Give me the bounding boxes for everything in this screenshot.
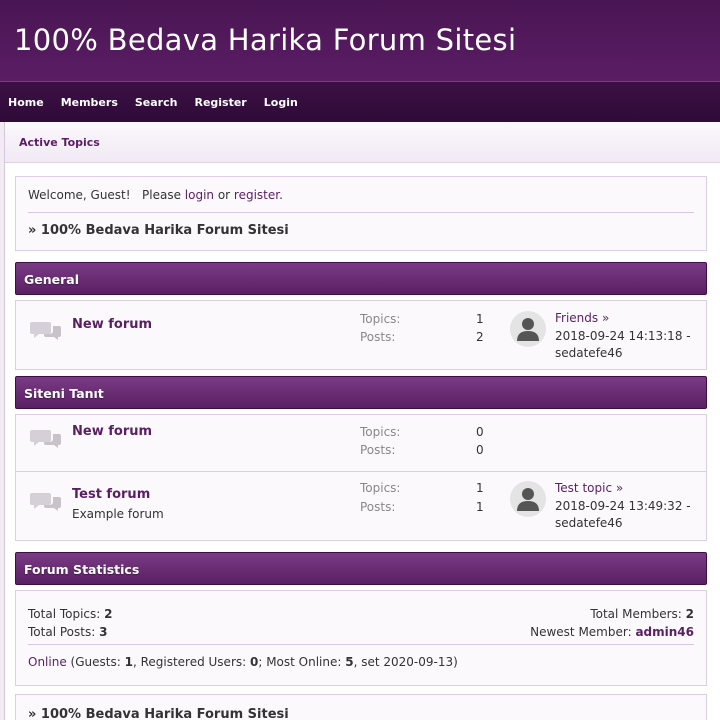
posts-count: 0: [476, 443, 484, 457]
forum-link-new-forum[interactable]: New forum: [72, 424, 152, 439]
online-status: Online (Guests: 1, Registered Users: 0; …: [28, 655, 458, 669]
user-avatar[interactable]: [510, 311, 546, 347]
forum-link-new-forum[interactable]: New forum: [72, 317, 152, 332]
topics-count: 1: [476, 312, 484, 326]
login-link[interactable]: login: [185, 188, 214, 202]
most-online-count: 5: [345, 655, 354, 669]
total-posts-label: Total Posts:: [28, 625, 100, 639]
nav-register[interactable]: Register: [194, 96, 246, 109]
topics-label: Topics:: [360, 425, 401, 439]
nav-home[interactable]: Home: [8, 96, 44, 109]
topics-label: Topics:: [360, 481, 401, 495]
online-text: , Registered Users:: [132, 655, 250, 669]
welcome-text: Welcome, Guest! Please: [28, 188, 185, 202]
online-text: , set 2020-09-13): [353, 655, 458, 669]
total-topics-value: 2: [104, 607, 113, 621]
total-posts: Total Posts: 3: [28, 623, 113, 641]
active-topics-link[interactable]: Active Topics: [19, 136, 100, 149]
posts-label: Posts:: [360, 443, 396, 457]
category-general-forums: New forum Topics: 1 Posts: 2 Friends » 2…: [15, 300, 707, 370]
topics-label: Topics:: [360, 312, 401, 326]
stats-members: Total Members: 2 Newest Member: admin46: [530, 605, 694, 641]
nav-search[interactable]: Search: [135, 96, 178, 109]
total-posts-value: 3: [99, 625, 108, 639]
forum-statistics-header: Forum Statistics: [15, 552, 707, 585]
online-text: (Guests:: [66, 655, 125, 669]
total-members-value: 2: [685, 607, 694, 621]
stats-totals: Total Topics: 2 Total Posts: 3: [28, 605, 113, 641]
breadcrumb[interactable]: » 100% Bedava Harika Forum Sitesi: [28, 223, 694, 238]
category-header-general[interactable]: General: [15, 262, 707, 295]
nav-login[interactable]: Login: [264, 96, 298, 109]
online-text: ; Most Online:: [258, 655, 346, 669]
user-avatar[interactable]: [510, 481, 546, 517]
category-siteni-tanit-forums: New forum Topics: 0 Posts: 0 Test forum …: [15, 414, 707, 541]
total-topics-label: Total Topics:: [28, 607, 105, 621]
forum-description: Example forum: [72, 507, 164, 521]
category-header-siteni-tanit[interactable]: Siteni Tanıt: [15, 376, 707, 409]
divider: [16, 471, 706, 472]
footer-breadcrumb[interactable]: » 100% Bedava Harika Forum Sitesi: [28, 707, 694, 720]
last-post-link[interactable]: Test topic »: [555, 481, 623, 495]
welcome-suffix: .: [279, 188, 283, 202]
last-post-link[interactable]: Friends »: [555, 311, 609, 325]
divider: [28, 644, 694, 645]
last-post-meta: 2018-09-24 14:13:18 - sedatefe46: [555, 328, 705, 362]
active-topics-bar: Active Topics: [5, 122, 720, 163]
site-header: 100% Bedava Harika Forum Sitesi: [0, 0, 720, 82]
forum-row: New forum Topics: 1 Posts: 2 Friends » 2…: [16, 301, 706, 369]
forum-row: New forum Topics: 0 Posts: 0 Test forum …: [16, 415, 706, 540]
forum-statistics-box: Total Topics: 2 Total Posts: 3 Total Mem…: [15, 590, 707, 686]
speech-bubbles-icon: [30, 430, 61, 448]
last-post-date: 2018-09-24 14:13:18 -: [555, 329, 691, 343]
topics-count: 1: [476, 481, 484, 495]
site-title[interactable]: 100% Bedava Harika Forum Sitesi: [14, 20, 720, 60]
total-members: Total Members: 2: [530, 605, 694, 623]
online-link[interactable]: Online: [28, 655, 67, 669]
speech-bubbles-icon: [30, 322, 61, 340]
main-content: Active Topics Welcome, Guest! Please log…: [4, 122, 720, 720]
footer-breadcrumb-box: » 100% Bedava Harika Forum Sitesi: [15, 694, 707, 720]
default-user-avatar-icon: [517, 318, 539, 341]
forum-link-test-forum[interactable]: Test forum: [72, 487, 150, 502]
newest-member-label: Newest Member:: [530, 625, 636, 639]
last-post-meta: 2018-09-24 13:49:32 - sedatefe46: [555, 498, 705, 532]
welcome-or: or: [214, 188, 234, 202]
newest-member-link[interactable]: admin46: [635, 625, 694, 639]
last-post-date: 2018-09-24 13:49:32 -: [555, 499, 691, 513]
total-members-label: Total Members:: [590, 607, 686, 621]
guests-count: 1: [124, 655, 133, 669]
default-user-avatar-icon: [517, 488, 539, 511]
main-nav: Home Members Search Register Login: [0, 82, 720, 122]
welcome-box: Welcome, Guest! Please login or register…: [15, 176, 707, 251]
nav-members[interactable]: Members: [61, 96, 118, 109]
last-post-user[interactable]: sedatefe46: [555, 345, 705, 362]
welcome-message: Welcome, Guest! Please login or register…: [28, 187, 694, 203]
posts-count: 1: [476, 500, 484, 514]
divider: [28, 212, 694, 213]
speech-bubbles-icon: [30, 493, 61, 511]
newest-member: Newest Member: admin46: [530, 623, 694, 641]
register-link[interactable]: register: [234, 188, 279, 202]
posts-count: 2: [476, 330, 484, 344]
total-topics: Total Topics: 2: [28, 605, 113, 623]
topics-count: 0: [476, 425, 484, 439]
last-post-user[interactable]: sedatefe46: [555, 515, 705, 532]
posts-label: Posts:: [360, 500, 396, 514]
posts-label: Posts:: [360, 330, 396, 344]
